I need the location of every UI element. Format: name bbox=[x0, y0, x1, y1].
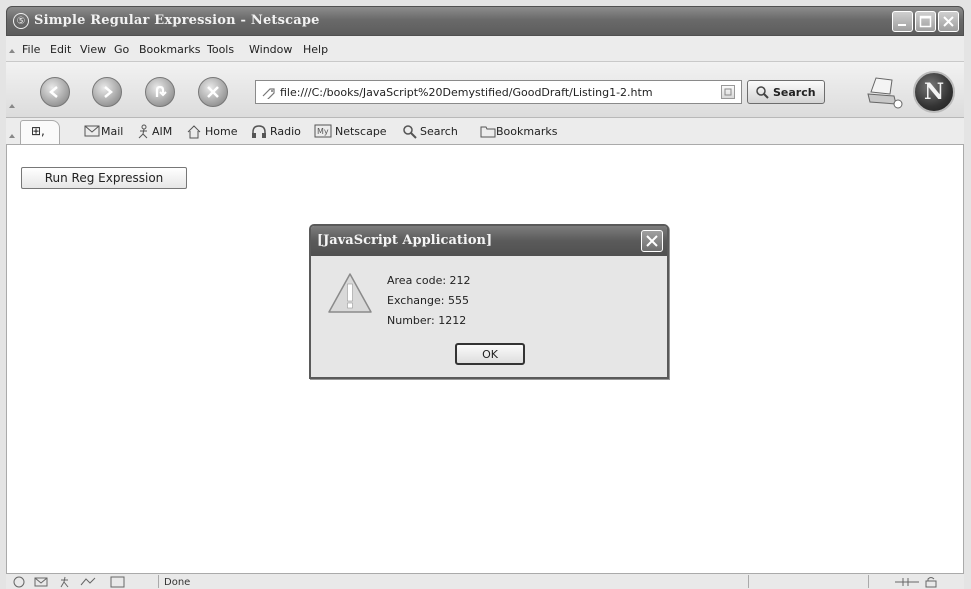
page-proxy-icon bbox=[262, 88, 275, 99]
search-button-label: Search bbox=[773, 86, 816, 99]
bookmarks-label: Bookmarks bbox=[496, 125, 558, 138]
stop-icon bbox=[207, 86, 219, 98]
navigator-icon[interactable] bbox=[12, 576, 26, 588]
url-dropdown-button[interactable] bbox=[721, 85, 735, 99]
status-text: Done bbox=[164, 577, 191, 588]
address-book-icon[interactable] bbox=[110, 576, 126, 588]
mail-icon bbox=[84, 125, 100, 137]
search-icon bbox=[403, 125, 417, 139]
close-icon bbox=[646, 235, 658, 247]
my-netscape-icon: My bbox=[314, 124, 332, 138]
aim-running-man-icon[interactable] bbox=[58, 576, 72, 588]
back-button[interactable] bbox=[40, 77, 70, 107]
headphones-icon bbox=[252, 125, 266, 138]
reload-icon bbox=[155, 85, 167, 97]
minimize-icon bbox=[898, 24, 906, 26]
warning-icon bbox=[328, 273, 372, 313]
status-divider bbox=[748, 575, 749, 588]
chevron-down-icon bbox=[724, 88, 732, 96]
search-label: Search bbox=[420, 125, 458, 138]
menu-help[interactable]: Help bbox=[303, 43, 328, 56]
menu-edit[interactable]: Edit bbox=[50, 43, 71, 56]
run-reg-expression-button[interactable]: Run Reg Expression bbox=[21, 167, 187, 189]
security-lock-icon[interactable] bbox=[924, 576, 938, 588]
forward-icon bbox=[104, 86, 113, 98]
toolbar-grip-icon[interactable] bbox=[9, 104, 15, 108]
tab-new[interactable]: ⊞, bbox=[20, 120, 60, 144]
alert-line-exchange: Exchange: 555 bbox=[387, 294, 469, 307]
minimize-button[interactable] bbox=[892, 11, 913, 32]
status-divider bbox=[158, 575, 159, 588]
back-icon bbox=[49, 86, 58, 98]
browser-window: ⑤ Simple Regular Expression - Netscape F… bbox=[0, 0, 971, 589]
close-icon bbox=[943, 16, 954, 27]
dialog-close-button[interactable] bbox=[641, 230, 663, 252]
alert-line-number: Number: 1212 bbox=[387, 314, 467, 327]
toolbar-grip-icon[interactable] bbox=[9, 49, 15, 53]
aim-label: AIM bbox=[152, 125, 173, 138]
menu-bookmarks[interactable]: Bookmarks bbox=[139, 43, 200, 56]
composer-icon[interactable] bbox=[80, 576, 100, 588]
magnifier-icon bbox=[756, 86, 769, 99]
menu-file[interactable]: File bbox=[22, 43, 40, 56]
netscape-label: Netscape bbox=[335, 125, 387, 138]
netscape-logo-icon: ⑤ bbox=[13, 13, 29, 29]
reload-button[interactable] bbox=[145, 77, 175, 107]
menu-window[interactable]: Window bbox=[249, 43, 292, 56]
menu-bar: File Edit View Go Bookmarks Tools Window… bbox=[6, 36, 964, 62]
stop-button[interactable] bbox=[198, 77, 228, 107]
online-status-icon[interactable] bbox=[894, 576, 920, 588]
svg-text:My: My bbox=[317, 127, 329, 136]
window-title: Simple Regular Expression - Netscape bbox=[34, 13, 320, 28]
ok-button[interactable]: OK bbox=[455, 343, 525, 365]
forward-button[interactable] bbox=[92, 77, 122, 107]
home-icon bbox=[187, 125, 201, 139]
new-tab-icon: ⊞, bbox=[31, 124, 45, 138]
mail-label: Mail bbox=[101, 125, 124, 138]
dialog-title: [JavaScript Application] bbox=[317, 233, 493, 248]
navigation-toolbar: Search N bbox=[6, 62, 964, 118]
maximize-button[interactable] bbox=[915, 11, 936, 32]
toolbar-grip-icon[interactable] bbox=[9, 134, 15, 138]
menu-go[interactable]: Go bbox=[114, 43, 129, 56]
javascript-alert-dialog: [JavaScript Application] Area code: 212 … bbox=[309, 224, 669, 379]
menu-tools[interactable]: Tools bbox=[207, 43, 234, 56]
close-button[interactable] bbox=[938, 11, 959, 32]
maximize-icon bbox=[919, 15, 932, 28]
radio-label: Radio bbox=[270, 125, 301, 138]
folder-icon bbox=[480, 126, 496, 138]
status-divider bbox=[868, 575, 869, 588]
print-icon[interactable] bbox=[866, 74, 906, 110]
personal-toolbar: ⊞, Mail AIM Home Radio My Netscape Searc… bbox=[6, 118, 964, 145]
home-label: Home bbox=[205, 125, 238, 138]
url-bar[interactable] bbox=[255, 80, 742, 104]
url-input[interactable] bbox=[280, 83, 710, 101]
page-content: Run Reg Expression [JavaScript Applicati… bbox=[6, 145, 964, 573]
title-bar[interactable]: ⑤ Simple Regular Expression - Netscape bbox=[6, 6, 964, 36]
alert-line-area-code: Area code: 212 bbox=[387, 274, 471, 287]
menu-view[interactable]: View bbox=[80, 43, 106, 56]
mail-icon[interactable] bbox=[34, 576, 48, 588]
search-button[interactable]: Search bbox=[747, 80, 825, 104]
status-bar: Done bbox=[6, 573, 964, 589]
aim-running-man-icon bbox=[138, 124, 148, 139]
netscape-throbber-icon[interactable]: N bbox=[913, 71, 955, 113]
dialog-title-bar[interactable]: [JavaScript Application] bbox=[311, 226, 667, 256]
